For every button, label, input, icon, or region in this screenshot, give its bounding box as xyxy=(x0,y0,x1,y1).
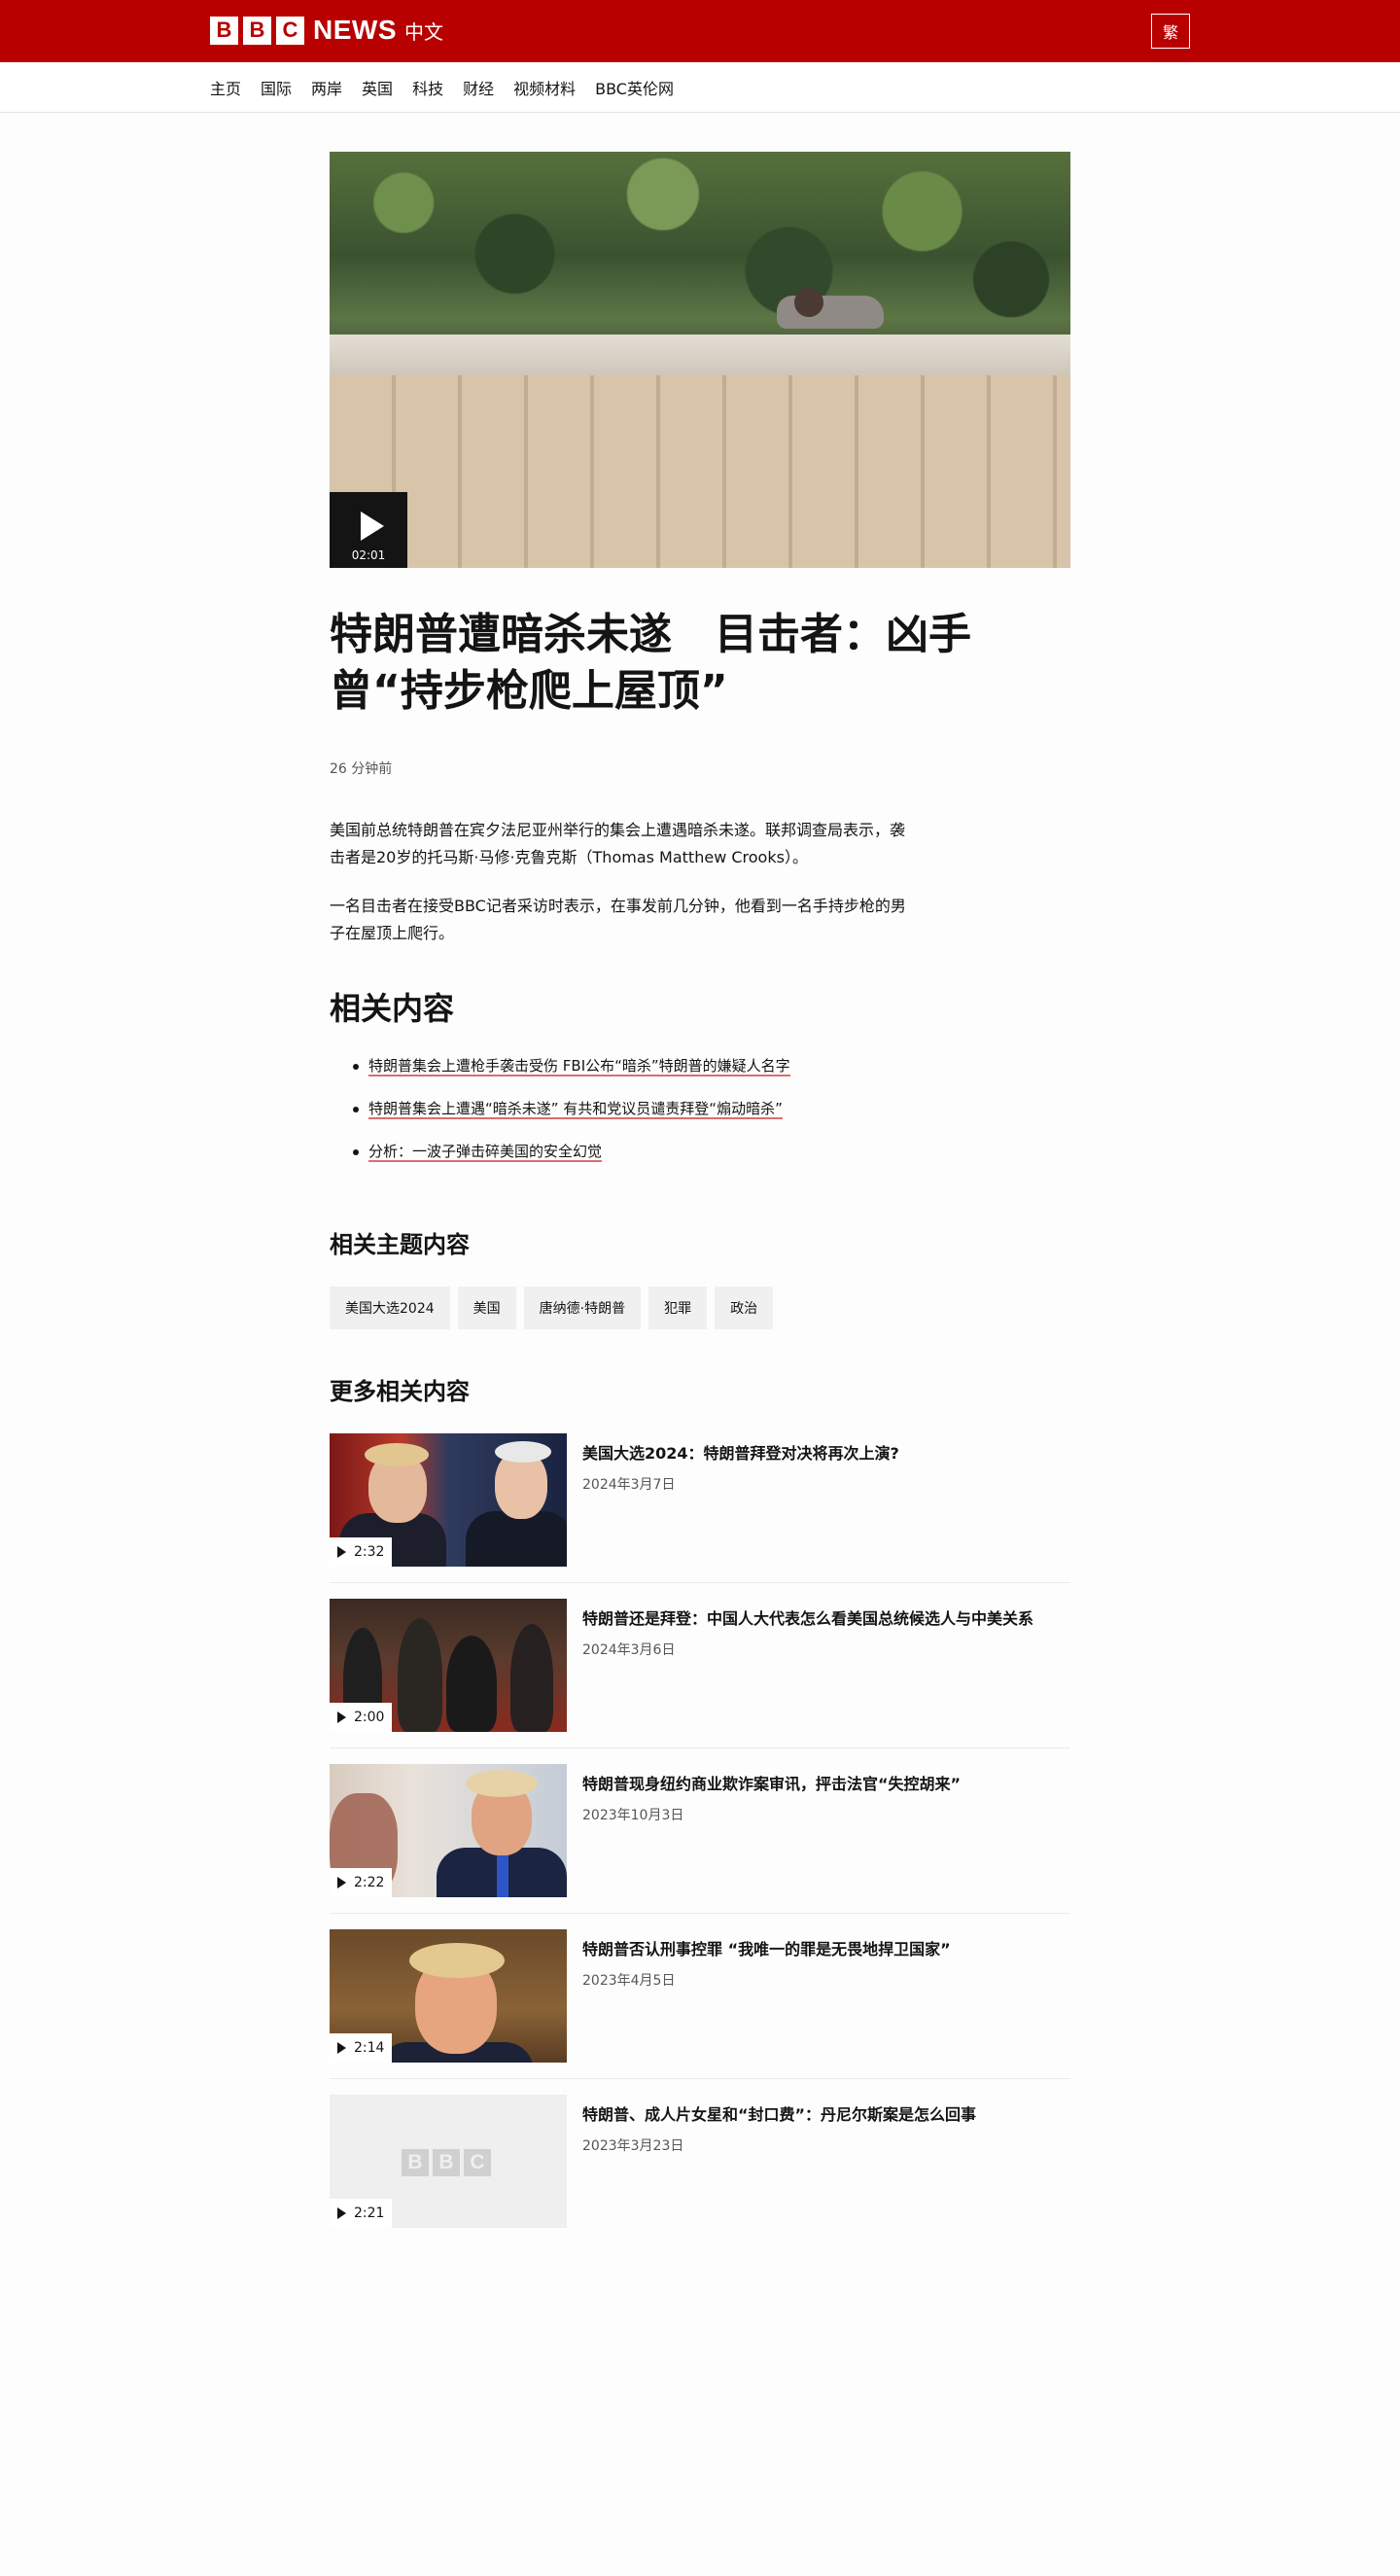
related-topics-heading: 相关主题内容 xyxy=(330,1231,470,1258)
related-link-item: 特朗普集会上遭遇“暗杀未遂” 有共和党议员谴责拜登“煽动暗杀” xyxy=(353,1099,1070,1119)
play-icon xyxy=(337,2207,346,2219)
thumbnail-person xyxy=(446,1636,497,1732)
bbc-logo-block-b2: B xyxy=(243,16,271,45)
traditional-chinese-toggle-button[interactable]: 繁 xyxy=(1151,14,1190,49)
video-card-date: 2024年3月6日 xyxy=(582,1642,676,1658)
article-paragraph: 一名目击者在接受BBC记者采访时表示，在事发前几分钟，他看到一名手持步枪的男子在… xyxy=(330,897,906,942)
video-card-thumbnail[interactable]: 2:14 xyxy=(330,1929,567,2063)
related-link[interactable]: 分析：一波子弹击碎美国的安全幻觉 xyxy=(368,1143,603,1162)
bbc-logo-block-b1: B xyxy=(210,16,238,45)
nav-item-international[interactable]: 国际 xyxy=(261,76,292,99)
logo-news-text: NEWS xyxy=(313,15,397,45)
bbc-logo-block-c: C xyxy=(276,16,304,45)
play-icon xyxy=(361,512,384,541)
video-duration-badge: 2:32 xyxy=(330,1537,392,1567)
article-body: 美国前总统特朗普在宾夕法尼亚州举行的集会上遭遇暗杀未遂。联邦调查局表示，袭击者是… xyxy=(330,817,913,947)
video-card[interactable]: 2:14 特朗普否认刑事控罪 “我唯一的罪是无畏地捍卫国家” 2023年4月5日 xyxy=(330,1929,1070,2079)
video-card-title[interactable]: 特朗普否认刑事控罪 “我唯一的罪是无畏地捍卫国家” xyxy=(582,1939,1068,1960)
video-card-title[interactable]: 特朗普、成人片女星和“封口费”：丹尼尔斯案是怎么回事 xyxy=(582,2104,1068,2126)
nav-item-tech[interactable]: 科技 xyxy=(412,76,443,99)
main-navigation: 主页 国际 两岸 英国 科技 财经 视频材料 BBC英伦网 xyxy=(0,62,1400,113)
related-link-item: 特朗普集会上遭枪手袭击受伤 FBI公布“暗杀”特朗普的嫌疑人名字 xyxy=(353,1056,1070,1076)
thumbnail-person xyxy=(510,1624,553,1732)
bbc-placeholder-block: C xyxy=(464,2149,491,2176)
nav-item-video[interactable]: 视频材料 xyxy=(513,76,576,99)
article-main: 02:01 特朗普遭暗杀未遂 目击者：凶手曾“持步枪爬上屋顶” 26 分钟前 美… xyxy=(330,152,1070,2260)
article-paragraph: 美国前总统特朗普在宾夕法尼亚州举行的集会上遭遇暗杀未遂。联邦调查局表示，袭击者是… xyxy=(330,821,906,866)
video-card-title[interactable]: 美国大选2024：特朗普拜登对决将再次上演? xyxy=(582,1443,1068,1464)
video-duration: 2:14 xyxy=(354,2040,385,2056)
video-still-figure xyxy=(777,296,884,329)
video-duration-badge: 2:22 xyxy=(330,1868,392,1897)
play-icon xyxy=(337,1546,346,1558)
topic-tag[interactable]: 政治 xyxy=(715,1287,774,1329)
topic-tag[interactable]: 美国大选2024 xyxy=(330,1287,450,1329)
bbc-placeholder-logo: B B C xyxy=(402,2149,495,2176)
video-still-roof-edge xyxy=(330,335,1070,375)
article-headline: 特朗普遭暗杀未遂 目击者：凶手曾“持步枪爬上屋顶” xyxy=(330,610,971,716)
video-card-title[interactable]: 特朗普现身纽约商业欺诈案审讯，抨击法官“失控胡来” xyxy=(582,1774,1068,1795)
video-card[interactable]: 2:00 特朗普还是拜登：中国人大代表怎么看美国总统候选人与中美关系 2024年… xyxy=(330,1599,1070,1748)
video-card-thumbnail[interactable]: B B C 2:21 xyxy=(330,2095,567,2228)
thumbnail-person xyxy=(409,1943,505,1978)
bbc-news-chinese-logo[interactable]: B B C NEWS 中文 xyxy=(210,15,443,46)
video-duration: 2:32 xyxy=(354,1544,385,1560)
video-duration: 2:21 xyxy=(354,2205,385,2221)
nav-item-home[interactable]: 主页 xyxy=(210,76,241,99)
topic-tags: 美国大选2024 美国 唐纳德·特朗普 犯罪 政治 xyxy=(330,1287,1070,1329)
thumbnail-person xyxy=(398,1618,442,1732)
video-duration: 2:22 xyxy=(354,1875,385,1890)
topic-tag[interactable]: 唐纳德·特朗普 xyxy=(523,1287,642,1329)
related-link[interactable]: 特朗普集会上遭遇“暗杀未遂” 有共和党议员谴责拜登“煽动暗杀” xyxy=(368,1100,783,1119)
nav-item-bbc-uk-china[interactable]: BBC英伦网 xyxy=(595,76,674,99)
video-duration-badge: 2:14 xyxy=(330,2033,392,2063)
topic-tag[interactable]: 美国 xyxy=(457,1287,516,1329)
related-content-heading: 相关内容 xyxy=(330,990,455,1027)
video-still-figure-head xyxy=(794,288,823,317)
video-duration: 02:01 xyxy=(351,548,386,562)
play-icon xyxy=(337,1711,346,1723)
video-still-trees xyxy=(330,152,1070,322)
video-card-thumbnail[interactable]: 2:32 xyxy=(330,1433,567,1567)
video-card[interactable]: 2:32 美国大选2024：特朗普拜登对决将再次上演? 2024年3月7日 xyxy=(330,1433,1070,1583)
video-card-thumbnail[interactable]: 2:00 xyxy=(330,1599,567,1732)
play-icon xyxy=(337,2042,346,2054)
logo-language-text: 中文 xyxy=(404,19,443,44)
video-duration-badge: 2:21 xyxy=(330,2199,392,2228)
more-related-heading: 更多相关内容 xyxy=(330,1378,470,1405)
nav-item-cross-strait[interactable]: 两岸 xyxy=(311,76,342,99)
bbc-placeholder-block: B xyxy=(433,2149,460,2176)
related-link-item: 分析：一波子弹击碎美国的安全幻觉 xyxy=(353,1142,1070,1162)
video-card-title[interactable]: 特朗普还是拜登：中国人大代表怎么看美国总统候选人与中美关系 xyxy=(582,1608,1068,1630)
video-card-date: 2023年3月23日 xyxy=(582,2138,684,2154)
video-duration-badge: 2:00 xyxy=(330,1703,392,1732)
video-card-thumbnail[interactable]: 2:22 xyxy=(330,1764,567,1897)
video-card[interactable]: B B C 2:21 特朗普、成人片女星和“封口费”：丹尼尔斯案是怎么回事 20… xyxy=(330,2095,1070,2244)
topic-tag[interactable]: 犯罪 xyxy=(648,1287,708,1329)
related-links-list: 特朗普集会上遭枪手袭击受伤 FBI公布“暗杀”特朗普的嫌疑人名字 特朗普集会上遭… xyxy=(330,1056,1070,1162)
related-link[interactable]: 特朗普集会上遭枪手袭击受伤 FBI公布“暗杀”特朗普的嫌疑人名字 xyxy=(368,1057,790,1076)
video-duration: 2:00 xyxy=(354,1710,385,1725)
play-icon xyxy=(337,1877,346,1888)
thumbnail-person xyxy=(466,1511,567,1567)
video-card-date: 2023年4月5日 xyxy=(582,1973,676,1989)
bbc-placeholder-block: B xyxy=(402,2149,429,2176)
nav-item-business[interactable]: 财经 xyxy=(463,76,494,99)
thumbnail-person xyxy=(497,1853,508,1897)
video-card[interactable]: 2:22 特朗普现身纽约商业欺诈案审讯，抨击法官“失控胡来” 2023年10月3… xyxy=(330,1764,1070,1914)
nav-item-uk[interactable]: 英国 xyxy=(362,76,393,99)
video-card-date: 2023年10月3日 xyxy=(582,1808,684,1823)
more-related-list: 2:32 美国大选2024：特朗普拜登对决将再次上演? 2024年3月7日 2:… xyxy=(330,1433,1070,2244)
thumbnail-person xyxy=(495,1441,551,1463)
video-still-wall xyxy=(330,375,1070,568)
video-player[interactable]: 02:01 xyxy=(330,152,1070,568)
video-card-date: 2024年3月7日 xyxy=(582,1477,676,1493)
thumbnail-person xyxy=(466,1770,538,1797)
top-bar: B B C NEWS 中文 繁 xyxy=(0,0,1400,62)
article-timestamp: 26 分钟前 xyxy=(330,761,393,777)
video-play-button[interactable]: 02:01 xyxy=(330,492,407,568)
thumbnail-person xyxy=(365,1443,429,1466)
